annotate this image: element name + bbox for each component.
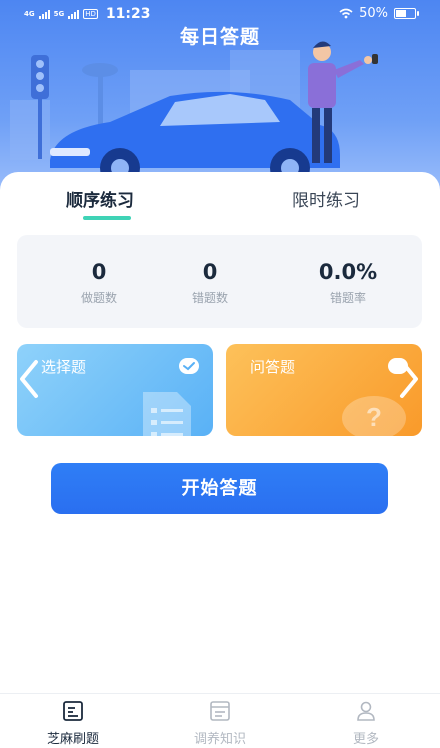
stat-error-rate: 0.0% 错题率	[298, 259, 398, 306]
page-title: 每日答题	[179, 26, 260, 48]
note-icon	[210, 701, 230, 721]
list-doc-icon	[63, 701, 83, 721]
person-icon	[357, 701, 375, 721]
nav-item-knowledge[interactable]: 调养知识	[165, 700, 275, 747]
nav-item-quiz[interactable]: 芝麻刷题	[18, 700, 128, 747]
choice-question-label: 选择题	[41, 358, 87, 376]
status-right: 50%	[339, 6, 419, 21]
stat-wrong: 0 错题数	[160, 259, 260, 306]
battery-percent: 50%	[359, 6, 388, 21]
stat-error-rate-label: 错题率	[329, 291, 366, 305]
header-banner: 4G 5G HD 11:23 50% 每日答题	[0, 0, 440, 200]
document-icon	[143, 392, 191, 436]
bottom-nav: 芝麻刷题 调养知识 更多	[0, 693, 440, 748]
chevron-right-icon[interactable]	[394, 354, 424, 404]
nav-label: 调养知识	[193, 732, 246, 747]
hd-badge: HD	[83, 9, 98, 19]
chevron-left-icon[interactable]	[14, 354, 44, 404]
signal-icon	[38, 9, 50, 19]
stat-answered-label: 做题数	[80, 291, 117, 305]
main-panel: 顺序练习 限时练习 0 做题数 0 错题数 0.0% 错题率 选择题 ? 问答题…	[0, 172, 440, 692]
network-5g-label: 5G	[53, 10, 65, 18]
stats-panel: 0 做题数 0 错题数 0.0% 错题率	[17, 235, 422, 328]
signal-icon	[68, 9, 80, 19]
nav-item-more[interactable]: 更多	[311, 700, 421, 747]
nav-label: 更多	[352, 732, 379, 747]
stat-wrong-value: 0	[202, 260, 218, 284]
stat-answered-value: 0	[91, 260, 107, 284]
qa-question-card[interactable]: ? 问答题	[226, 344, 422, 436]
choice-question-card[interactable]: 选择题	[17, 344, 213, 436]
qa-question-label: 问答题	[250, 358, 296, 376]
status-left: 4G 5G HD 11:23	[24, 6, 150, 22]
status-time: 11:23	[105, 6, 151, 22]
svg-text:?: ?	[366, 402, 382, 432]
stat-answered: 0 做题数	[49, 259, 149, 306]
start-quiz-button[interactable]: 开始答题	[51, 463, 388, 514]
battery-icon	[394, 8, 419, 19]
nav-label: 芝麻刷题	[46, 732, 99, 747]
check-icon	[179, 358, 199, 374]
stat-wrong-label: 错题数	[191, 291, 228, 305]
active-tab-indicator	[83, 216, 131, 220]
wifi-icon	[339, 8, 353, 19]
tab-timed-practice[interactable]: 限时练习	[292, 186, 360, 211]
network-4g-label: 4G	[24, 10, 35, 18]
tab-sequential-practice[interactable]: 顺序练习	[66, 186, 134, 211]
practice-tabs: 顺序练习 限时练习	[0, 186, 440, 226]
stat-error-rate-value: 0.0%	[318, 260, 378, 284]
